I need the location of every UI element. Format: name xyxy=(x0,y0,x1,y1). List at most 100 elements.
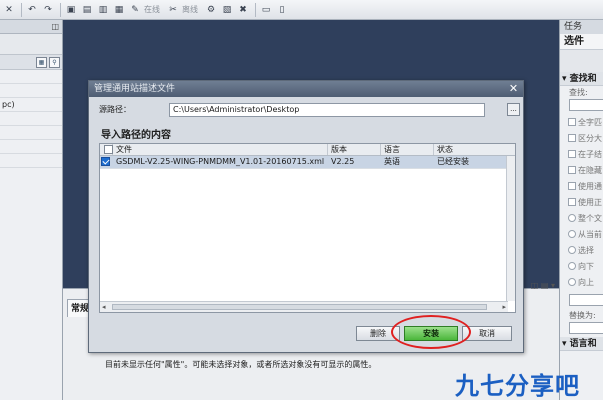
replace-input[interactable] xyxy=(569,322,603,334)
task-panel: 任务 选件 ▾ 查找和 查找: 全字匹 区分大 在子结 在隐藏 使用通 使用正 … xyxy=(559,20,603,400)
undo-icon[interactable]: ↶ xyxy=(25,3,39,17)
tree-row[interactable] xyxy=(0,154,62,168)
column-status[interactable]: 状态 xyxy=(434,144,508,155)
table-view-icon[interactable]: ▦ xyxy=(36,56,47,68)
main-toolbar: ✕ ↶ ↷ ▣ ▤ ▥ ▦ ✎ 在线 ✂ 离线 ⚙ ▧ ✖ ▭ ▯ xyxy=(0,0,603,20)
column-file[interactable]: 文件 xyxy=(113,144,328,155)
browse-button[interactable]: ... xyxy=(507,103,520,116)
column-version[interactable]: 版本 xyxy=(328,144,381,155)
dialog-title: 管理通用站描述文件 xyxy=(94,84,176,94)
toolbar-separator xyxy=(60,2,61,17)
cell-version: V2.25 xyxy=(331,157,355,166)
manage-gsd-dialog: 管理通用站描述文件 ✕ 源路径： C:\Users\Administrator\… xyxy=(88,80,524,353)
select-all-checkbox[interactable] xyxy=(104,145,113,154)
tree-row[interactable] xyxy=(0,84,62,98)
find-input[interactable] xyxy=(569,99,603,111)
collapse-icon[interactable]: ▾ xyxy=(562,339,570,349)
column-language[interactable]: 语言 xyxy=(381,144,434,155)
checkbox[interactable] xyxy=(568,198,576,206)
option-hidden-texts[interactable]: 在隐藏 xyxy=(560,162,603,178)
checkbox[interactable] xyxy=(568,134,576,142)
option-match-case[interactable]: 区分大 xyxy=(560,130,603,146)
redo-icon[interactable]: ↷ xyxy=(41,3,55,17)
toolbar-separator xyxy=(21,2,22,17)
network-view-icon[interactable]: ⚲ xyxy=(49,56,60,68)
download-icon[interactable]: ▤ xyxy=(80,3,94,17)
split-horizontal-icon[interactable]: ▭ xyxy=(259,3,273,17)
horizontal-scrollbar[interactable]: ◂ ▸ xyxy=(100,301,508,312)
simulate-icon[interactable]: ▦ xyxy=(112,3,126,17)
offline-icon[interactable]: ✂ xyxy=(166,3,180,17)
task-panel-title: 任务 xyxy=(560,20,603,34)
source-path-label: 源路径： xyxy=(99,105,131,114)
radio-down[interactable]: 向下 xyxy=(560,258,603,274)
radio-from-current[interactable]: 从当前 xyxy=(560,226,603,242)
radio-button[interactable] xyxy=(568,230,576,238)
search-button-area[interactable] xyxy=(569,294,603,306)
header-select[interactable] xyxy=(100,144,113,155)
upload-icon[interactable]: ▥ xyxy=(96,3,110,17)
checkbox[interactable] xyxy=(568,166,576,174)
checkbox[interactable] xyxy=(568,182,576,190)
highlight-oval xyxy=(391,315,471,349)
source-path-input[interactable]: C:\Users\Administrator\Desktop xyxy=(169,103,485,117)
task-panel-gap xyxy=(560,50,603,72)
close-icon[interactable]: ✕ xyxy=(507,82,520,95)
split-vertical-icon[interactable]: ▯ xyxy=(275,3,289,17)
radio-selection[interactable]: 选择 xyxy=(560,242,603,258)
collapse-icon[interactable]: ▾ xyxy=(562,74,570,84)
watermark-logo: 九七分享吧 xyxy=(455,372,580,400)
inspector-window-controls[interactable]: ◫ ▤ ▾ xyxy=(531,281,555,290)
radio-button[interactable] xyxy=(568,214,576,222)
vertical-scrollbar[interactable] xyxy=(506,156,515,301)
radio-up[interactable]: 向上 xyxy=(560,274,603,290)
dialog-titlebar: 管理通用站描述文件 ✕ xyxy=(89,81,523,97)
tree-row[interactable] xyxy=(0,70,62,84)
row-select[interactable] xyxy=(100,156,113,168)
radio-button[interactable] xyxy=(568,278,576,286)
checkbox[interactable] xyxy=(568,150,576,158)
radio-whole-document[interactable]: 整个文 xyxy=(560,210,603,226)
find-replace-label: 查找和 xyxy=(569,74,597,84)
toolbar-separator xyxy=(255,2,256,17)
stop-icon[interactable]: ✖ xyxy=(236,3,250,17)
left-panel-blank xyxy=(0,34,62,54)
find-replace-section[interactable]: ▾ 查找和 xyxy=(560,72,603,86)
accessible-devices-icon[interactable]: ⚙ xyxy=(204,3,218,17)
language-section[interactable]: ▾ 语言和 xyxy=(560,337,603,351)
pin-icon[interactable]: ◫ xyxy=(51,22,59,31)
option-regex[interactable]: 使用正 xyxy=(560,194,603,210)
row-checkbox[interactable] xyxy=(101,157,110,166)
go-offline-label[interactable]: 离线 xyxy=(182,4,198,15)
task-panel-subtitle: 选件 xyxy=(560,34,603,50)
source-path-row: 源路径： C:\Users\Administrator\Desktop ... xyxy=(97,103,520,117)
left-panel-header: ◫ xyxy=(0,20,62,34)
go-online-label[interactable]: 在线 xyxy=(144,4,160,15)
scroll-left-icon[interactable]: ◂ xyxy=(102,302,106,312)
option-wildcards[interactable]: 使用通 xyxy=(560,178,603,194)
content-header: 导入路径的内容 xyxy=(101,130,171,141)
cross-reference-icon[interactable]: ▧ xyxy=(220,3,234,17)
checkbox[interactable] xyxy=(568,118,576,126)
inspector-message: 目前未显示任何"属性"。可能未选择对象，或者所选对象没有可显示的属性。 xyxy=(105,360,377,369)
left-panel-tools: ▦ ⚲ xyxy=(0,54,62,70)
cell-status: 已经安装 xyxy=(437,157,469,166)
cell-language: 英语 xyxy=(384,157,400,166)
table-row[interactable]: GSDML-V2.25-WING-PNMDMM_V1.01-20160715.x… xyxy=(100,156,515,169)
radio-button[interactable] xyxy=(568,262,576,270)
online-icon[interactable]: ✎ xyxy=(128,3,142,17)
find-label: 查找: xyxy=(569,88,588,97)
tree-row[interactable]: pc) xyxy=(0,98,62,112)
radio-button[interactable] xyxy=(568,246,576,254)
tree-row[interactable] xyxy=(0,126,62,140)
replace-label: 替换为: xyxy=(569,311,596,320)
compile-icon[interactable]: ▣ xyxy=(64,3,78,17)
option-whole-word[interactable]: 全字匹 xyxy=(560,114,603,130)
cell-file: GSDML-V2.25-WING-PNMDMM_V1.01-20160715.x… xyxy=(116,157,325,166)
close-icon[interactable]: ✕ xyxy=(2,3,16,17)
tree-row[interactable] xyxy=(0,140,62,154)
tree-row[interactable] xyxy=(0,112,62,126)
option-substructures[interactable]: 在子结 xyxy=(560,146,603,162)
scroll-thumb[interactable] xyxy=(112,304,487,310)
scroll-right-icon[interactable]: ▸ xyxy=(502,302,506,312)
